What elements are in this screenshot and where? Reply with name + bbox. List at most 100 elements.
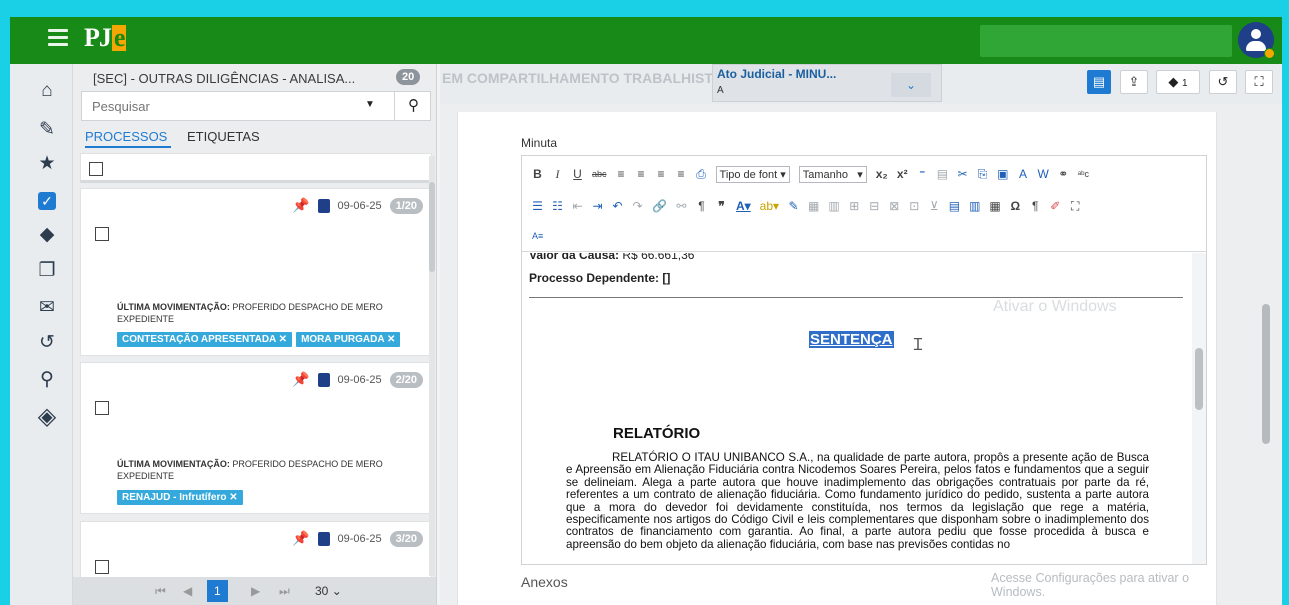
document-icon[interactable] — [317, 531, 330, 546]
share-icon[interactable]: ⇪ — [1120, 70, 1148, 94]
format-painter-icon[interactable]: ▤ — [937, 167, 948, 181]
last-page-button[interactable]: ⏭ — [279, 584, 290, 599]
fullscreen-icon[interactable]: ⛶ — [1245, 70, 1273, 94]
table-col-icon[interactable]: ▥ — [969, 199, 980, 213]
history-button[interactable]: ↺ — [1209, 70, 1237, 94]
card-checkbox[interactable] — [95, 227, 109, 241]
blockquote-icon[interactable]: ❞ — [716, 199, 727, 213]
tags-icon[interactable]: ◆ — [36, 224, 58, 246]
tag-chip[interactable]: RENAJUD - Infrutífero ✕ — [117, 490, 243, 505]
checkbox-icon[interactable]: ✓ — [38, 192, 56, 210]
sentenca-heading[interactable]: SENTENÇA — [809, 331, 894, 348]
align-center-icon[interactable]: ≡ — [636, 167, 647, 181]
align-right-icon[interactable]: ≡ — [656, 167, 667, 181]
document-icon[interactable] — [317, 372, 330, 387]
tab-processos[interactable]: PROCESSOS — [85, 129, 167, 144]
filter-icon[interactable]: ⊻ — [929, 199, 940, 213]
top-search-field[interactable] — [980, 25, 1232, 57]
pencil-icon[interactable]: ✎ — [36, 119, 58, 141]
justify-icon[interactable]: ≡ — [676, 167, 687, 181]
align-left-icon[interactable]: ≡ — [616, 167, 627, 181]
document-scrollbar-thumb[interactable] — [1262, 304, 1270, 444]
paste-icon[interactable]: ▣ — [997, 167, 1008, 181]
print-icon[interactable]: ⎙ — [696, 167, 707, 182]
card-checkbox[interactable] — [95, 401, 109, 415]
first-page-button[interactable]: ⏮ — [155, 584, 166, 599]
line-spacing-icon[interactable]: A≡ — [532, 231, 543, 241]
process-card[interactable]: 📌 09-06-25 3/20 — [80, 521, 432, 581]
find-icon[interactable]: ⚭ — [1058, 167, 1069, 181]
link-icon[interactable]: 🔗 — [652, 199, 667, 213]
merge-cells-icon[interactable]: ⊞ — [849, 199, 860, 213]
font-family-select[interactable]: Tipo de font ▾ — [715, 165, 790, 183]
chevron-down-icon[interactable]: ⌄ — [891, 73, 931, 97]
select-all-checkbox[interactable] — [89, 162, 103, 176]
process-card[interactable]: 📌 09-06-25 2/20 ÚLTIMA MOVIMENTAÇÃO: PRO… — [80, 362, 432, 514]
page-size-select[interactable]: 30 ⌄ — [315, 584, 342, 598]
grid-icon[interactable]: ▦ — [989, 199, 1000, 213]
panel-scrollbar-thumb[interactable] — [429, 182, 435, 272]
table-insert-icon[interactable]: ▥ — [828, 199, 839, 213]
panel-title[interactable]: [SEC] - OUTRAS DILIGÊNCIAS - ANALISA... — [93, 71, 355, 86]
panel-search-input[interactable] — [92, 99, 352, 114]
paste-text-icon[interactable]: A — [1017, 167, 1028, 181]
edit-source-icon[interactable]: ✎ — [788, 199, 799, 213]
pin-icon[interactable]: 📌 — [292, 197, 309, 214]
pin-icon[interactable]: 📌 — [292, 530, 309, 547]
outdent-icon[interactable]: ⇤ — [572, 199, 583, 213]
cut-icon[interactable]: ✂ — [957, 167, 968, 181]
document-scrollbar[interactable] — [1262, 234, 1270, 494]
paste-word-icon[interactable]: W — [1037, 167, 1048, 181]
copy-icon[interactable]: ❐ — [36, 260, 58, 282]
pje-logo[interactable]: PJ e — [84, 23, 127, 53]
current-page[interactable]: 1 — [207, 580, 228, 602]
tab-etiquetas[interactable]: ETIQUETAS — [187, 129, 260, 144]
star-icon[interactable]: ★ — [36, 153, 58, 175]
search-icon[interactable]: ⚲ — [36, 369, 58, 391]
redo-icon[interactable]: ↷ — [632, 199, 643, 213]
search-filter-dropdown-icon[interactable]: ▼ — [365, 99, 375, 110]
font-color-button[interactable]: A▾ — [736, 199, 751, 213]
superscript-icon[interactable]: x² — [897, 167, 908, 181]
table-row-icon[interactable]: ▤ — [949, 199, 960, 213]
bold-button[interactable]: B — [532, 167, 543, 181]
editor-scrollbar-thumb[interactable] — [1195, 348, 1203, 410]
anexos-section[interactable]: Anexos — [521, 574, 568, 590]
card-checkbox[interactable] — [95, 560, 109, 574]
font-size-select[interactable]: Tamanho ▾ — [798, 165, 867, 183]
hamburger-menu-icon[interactable] — [48, 29, 68, 47]
history-icon[interactable]: ↺ — [36, 332, 58, 354]
numbered-list-icon[interactable]: ☷ — [552, 199, 563, 213]
tag-chip[interactable]: MORA PURGADA ✕ — [296, 332, 401, 347]
split-cells-icon[interactable]: ⊟ — [869, 199, 880, 213]
show-blocks-icon[interactable]: ¶ — [1030, 199, 1041, 213]
undo-icon[interactable]: ↶ — [612, 199, 623, 213]
italic-button[interactable]: I — [552, 167, 563, 182]
pje-diamond-icon[interactable]: ◈ — [36, 405, 58, 429]
column-insert-icon[interactable]: ⊡ — [909, 199, 920, 213]
subscript-icon[interactable]: x₂ — [876, 167, 888, 181]
pin-icon[interactable]: 📌 — [292, 371, 309, 388]
underline-button[interactable]: U — [572, 167, 583, 181]
copy-format-icon[interactable]: ⎘ — [977, 167, 988, 182]
spellcheck-icon[interactable]: ᵃᵇc — [1078, 169, 1089, 179]
editor-scrollbar[interactable] — [1192, 253, 1206, 564]
indent-icon[interactable]: ⇥ — [592, 199, 603, 213]
special-char-icon[interactable]: Ω — [1010, 199, 1021, 213]
document-type-select[interactable]: Ato Judicial - MINU... A ⌄ — [712, 64, 942, 102]
highlight-color-button[interactable]: ab▾ — [760, 199, 779, 213]
tag-chip[interactable]: CONTESTAÇÃO APRESENTADA ✕ — [117, 332, 293, 347]
numbered-style-icon[interactable]: ⁼ — [917, 167, 928, 181]
maximize-icon[interactable]: ⛶ — [1070, 199, 1081, 214]
next-page-button[interactable]: ▶ — [251, 584, 260, 598]
process-card[interactable]: 📌 09-06-25 1/20 ÚLTIMA MOVIMENTAÇÃO: PRO… — [80, 188, 432, 356]
unlink-icon[interactable]: ⚯ — [676, 199, 687, 213]
row-insert-icon[interactable]: ⊠ — [889, 199, 900, 213]
document-icon[interactable] — [317, 198, 330, 213]
home-icon[interactable]: ⌂ — [36, 80, 58, 102]
tag-count-button[interactable]: ◆ 1 — [1156, 70, 1200, 94]
user-avatar[interactable] — [1238, 22, 1275, 59]
prev-page-button[interactable]: ◀ — [183, 584, 192, 598]
remove-format-icon[interactable]: ✐ — [1050, 199, 1061, 213]
paragraph-style-icon[interactable]: ¶ — [696, 199, 707, 213]
